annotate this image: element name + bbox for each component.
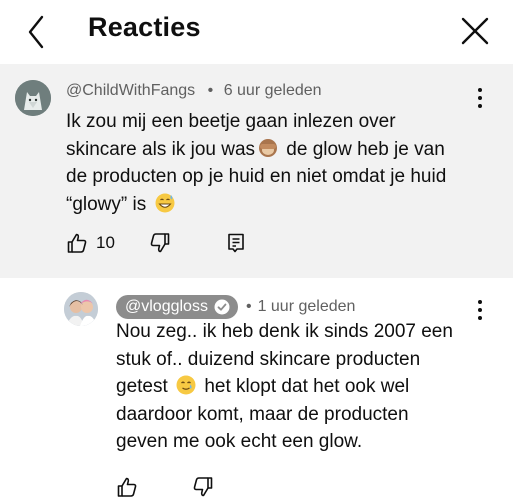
comment-author[interactable]: @ChildWithFangs [66, 82, 195, 99]
grinning-sweat-emoji [155, 193, 175, 212]
reply-button[interactable] [225, 232, 247, 254]
reply-meta: @vloggloss • 1 uur geleden [116, 295, 355, 319]
reply-time: 1 uur geleden [257, 298, 356, 315]
comment-time: 6 uur geleden [223, 82, 322, 99]
thumbs-up-icon [117, 477, 137, 497]
dislike-button[interactable] [149, 232, 171, 254]
meta-separator: • [207, 82, 214, 99]
avatar[interactable] [15, 80, 51, 116]
comment-actions: 10 [66, 232, 247, 254]
avatar[interactable] [64, 292, 98, 326]
comment-meta: @ChildWithFangs • 6 uur geleden [66, 82, 322, 100]
thumbs-up-icon [67, 233, 87, 253]
chevron-left-icon [28, 15, 44, 49]
thumbs-down-icon [193, 477, 213, 497]
reply-comment-icon [228, 233, 244, 253]
dislike-button[interactable] [192, 476, 214, 498]
reply-more-button[interactable] [470, 298, 490, 322]
like-count: 10 [96, 233, 115, 252]
close-button[interactable] [458, 14, 492, 48]
smiling-tear-emoji [176, 375, 196, 395]
comment-more-button[interactable] [470, 86, 490, 110]
close-icon [461, 17, 489, 45]
like-button[interactable] [116, 476, 138, 498]
wolf-avatar-icon [15, 80, 51, 116]
creator-badge[interactable]: @vloggloss [116, 295, 238, 319]
back-button[interactable] [22, 14, 54, 50]
page-title: Reacties [88, 12, 201, 42]
verified-check-icon [214, 299, 230, 315]
more-vertical-icon [478, 88, 482, 108]
comment: @ChildWithFangs • 6 uur geleden Ik zou m… [0, 64, 513, 278]
reply-actions [116, 476, 214, 498]
reply-author: @vloggloss [125, 298, 208, 315]
people-avatar-icon [64, 292, 98, 326]
like-button[interactable] [66, 232, 88, 254]
thumbs-down-icon [150, 233, 170, 253]
reply-comment: @vloggloss • 1 uur geleden Nou zeg.. ik … [0, 278, 513, 500]
reply-text: Nou zeg.. ik heb denk ik sinds 2007 een … [116, 318, 456, 456]
comment-text: Ik zou mij een beetje gaan inlezen over … [66, 108, 466, 218]
meta-separator: • [245, 298, 252, 315]
see-no-evil-monkey-emoji [259, 138, 278, 157]
more-vertical-icon [478, 300, 482, 320]
header: Reacties [0, 0, 513, 64]
